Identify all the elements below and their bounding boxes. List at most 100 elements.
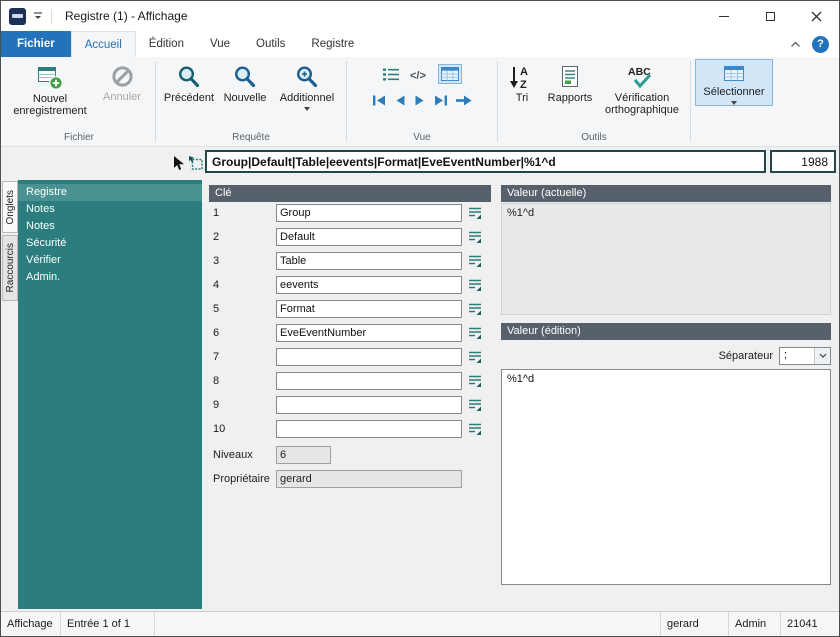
group-label-select <box>691 143 777 146</box>
key-row: 6 <box>209 324 491 342</box>
key-input-2[interactable] <box>276 228 462 246</box>
collapse-ribbon-icon[interactable] <box>790 41 801 48</box>
lookup-list-icon <box>469 279 481 291</box>
lookup-list-button-8[interactable] <box>466 372 484 390</box>
owner-label: Propriétaire <box>213 473 270 485</box>
cancel-button[interactable]: Annuler <box>93 59 151 104</box>
maximize-icon <box>765 11 775 21</box>
svg-text:A: A <box>520 66 528 78</box>
query-new-button[interactable]: Nouvelle <box>218 59 272 105</box>
reports-button[interactable]: Rapports <box>542 59 598 105</box>
key-input-6[interactable] <box>276 324 462 342</box>
spellcheck-button[interactable]: ABC Vérification orthographique <box>598 59 686 118</box>
first-record-icon[interactable] <box>371 94 387 107</box>
lookup-list-icon <box>469 327 481 339</box>
lookup-list-icon <box>469 255 481 267</box>
cancel-icon <box>111 66 133 87</box>
key-number: 2 <box>213 231 220 243</box>
next-record-icon[interactable] <box>413 94 427 107</box>
key-number: 10 <box>213 423 226 435</box>
formula-row: 1988 <box>1 147 839 177</box>
spellcheck-icon: ABC <box>628 66 651 89</box>
statement-view-icon[interactable]: </> <box>409 67 429 82</box>
sidebar-item-registre[interactable]: Registre <box>18 184 202 201</box>
new-record-button[interactable]: Nouvel enregistrement <box>7 59 93 119</box>
key-row: 9 <box>209 396 491 414</box>
tab-outils[interactable]: Outils <box>243 31 298 57</box>
sidebar-item-notes-1[interactable]: Notes <box>18 201 202 218</box>
key-input-1[interactable] <box>276 204 462 222</box>
key-input-8[interactable] <box>276 372 462 390</box>
key-input-5[interactable] <box>276 300 462 318</box>
separator-value: ; <box>784 348 788 361</box>
levels-label: Niveaux <box>213 449 253 461</box>
select-region-icon[interactable] <box>188 155 203 170</box>
lookup-list-button-4[interactable] <box>466 276 484 294</box>
list-view-icon[interactable] <box>382 67 400 82</box>
key-input-10[interactable] <box>276 420 462 438</box>
tab-registre[interactable]: Registre <box>298 31 367 57</box>
key-input-4[interactable] <box>276 276 462 294</box>
registry-key-field[interactable] <box>205 150 766 173</box>
owner-value: gerard <box>276 470 462 488</box>
lookup-list-button-6[interactable] <box>466 324 484 342</box>
group-label-fichier: Fichier <box>63 132 94 143</box>
lookup-list-button-3[interactable] <box>466 252 484 270</box>
lookup-list-button-1[interactable] <box>466 204 484 222</box>
svg-text:</>: </> <box>410 70 426 82</box>
tabrow-right: ? <box>790 31 839 57</box>
key-input-9[interactable] <box>276 396 462 414</box>
tab-accueil[interactable]: Accueil <box>70 31 136 57</box>
minimize-button[interactable] <box>701 1 747 31</box>
last-record-icon[interactable] <box>433 94 449 107</box>
query-additional-icon <box>296 66 318 88</box>
select-icon <box>724 66 744 81</box>
vertical-tab-raccourcis[interactable]: Raccourcis <box>2 235 18 301</box>
maximize-button[interactable] <box>747 1 793 31</box>
key-row: 10 <box>209 420 491 438</box>
sort-label: Tri <box>515 92 529 104</box>
key-number: 7 <box>213 351 220 363</box>
query-previous-label: Précédent <box>163 92 215 104</box>
tab-edition[interactable]: Édition <box>136 31 197 57</box>
current-value-box: %1^d <box>501 203 831 315</box>
key-input-7[interactable] <box>276 348 462 366</box>
query-additional-button[interactable]: Additionnel <box>272 59 342 112</box>
lookup-list-button-7[interactable] <box>466 348 484 366</box>
vertical-tab-onglets[interactable]: Onglets <box>2 181 18 233</box>
status-record-position: Entrée 1 of 1 <box>61 612 155 636</box>
edit-value-textarea[interactable]: %1^d <box>501 369 831 585</box>
help-button[interactable]: ? <box>812 35 829 53</box>
sidebar-item-verifier[interactable]: Vérifier <box>18 252 202 269</box>
sort-button[interactable]: AZ Tri <box>502 59 542 105</box>
quick-access-dropdown-icon[interactable] <box>33 11 43 21</box>
lookup-list-button-10[interactable] <box>466 420 484 438</box>
lookup-list-button-2[interactable] <box>466 228 484 246</box>
lookup-list-button-9[interactable] <box>466 396 484 414</box>
previous-record-icon[interactable] <box>393 94 407 107</box>
close-button[interactable] <box>793 1 839 31</box>
tabs-sidebar: Registre Notes Notes Sécurité Vérifier A… <box>18 180 202 609</box>
sidebar-item-securite[interactable]: Sécurité <box>18 235 202 252</box>
key-input-3[interactable] <box>276 252 462 270</box>
goto-record-icon[interactable] <box>455 94 473 107</box>
lookup-list-icon <box>469 423 481 435</box>
separator-combobox[interactable]: ; <box>779 346 831 365</box>
minimize-icon <box>719 15 729 17</box>
ribbon-group-requete: Précédent Nouvelle Additionnel Requête <box>156 57 346 146</box>
app-icon[interactable] <box>9 7 26 25</box>
close-icon <box>811 11 821 21</box>
lookup-list-button-5[interactable] <box>466 300 484 318</box>
key-row: 7 <box>209 348 491 366</box>
select-button[interactable]: Sélectionner <box>695 59 773 107</box>
sidebar-item-admin[interactable]: Admin. <box>18 269 202 286</box>
query-previous-button[interactable]: Précédent <box>160 59 218 105</box>
sidebar-item-notes-2[interactable]: Notes <box>18 218 202 235</box>
tab-vue[interactable]: Vue <box>197 31 243 57</box>
window-controls <box>701 1 839 31</box>
table-view-icon[interactable] <box>438 64 462 84</box>
pointer-icon[interactable] <box>172 155 185 171</box>
key-number: 5 <box>213 303 220 315</box>
tab-fichier[interactable]: Fichier <box>1 31 71 57</box>
svg-text:Z: Z <box>520 79 527 90</box>
